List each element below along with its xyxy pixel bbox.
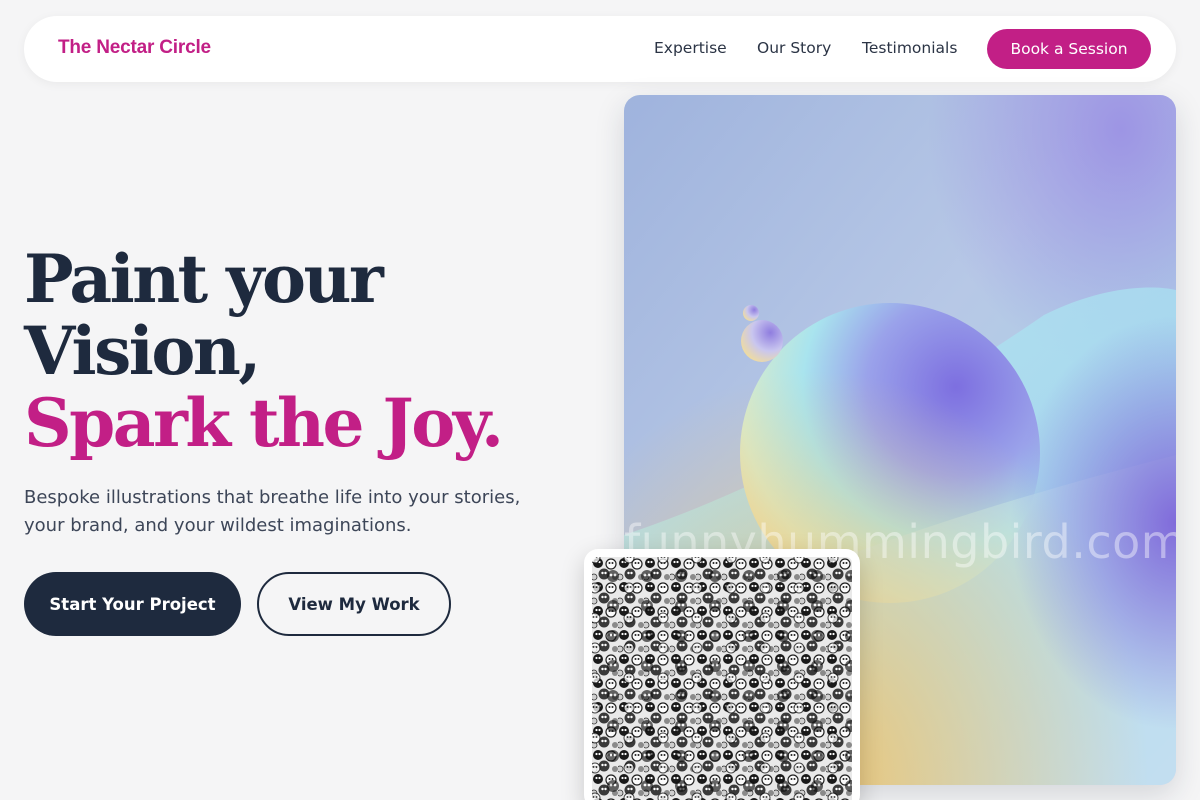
hero-headline: Paint your Vision, Spark the Joy. (24, 243, 584, 459)
nav-link-expertise[interactable]: Expertise (654, 39, 727, 57)
nav-link-our-story[interactable]: Our Story (757, 39, 831, 57)
top-nav: The Nectar Circle Expertise Our Story Te… (24, 16, 1176, 82)
headline-line-2: Vision, (24, 312, 261, 390)
brand-logo[interactable]: The Nectar Circle (58, 37, 211, 59)
headline-line-1: Paint your (24, 240, 384, 318)
nav-link-testimonials[interactable]: Testimonials (862, 39, 957, 57)
hero-subtitle: Bespoke illustrations that breathe life … (24, 487, 521, 536)
headline-accent: Spark the Joy. (24, 384, 504, 462)
doodle-pattern-image (592, 557, 852, 800)
start-project-button[interactable]: Start Your Project (24, 572, 241, 636)
book-session-button[interactable]: Book a Session (987, 29, 1151, 69)
view-work-button[interactable]: View My Work (257, 572, 451, 636)
pattern-thumbnail-card[interactable] (584, 549, 860, 800)
